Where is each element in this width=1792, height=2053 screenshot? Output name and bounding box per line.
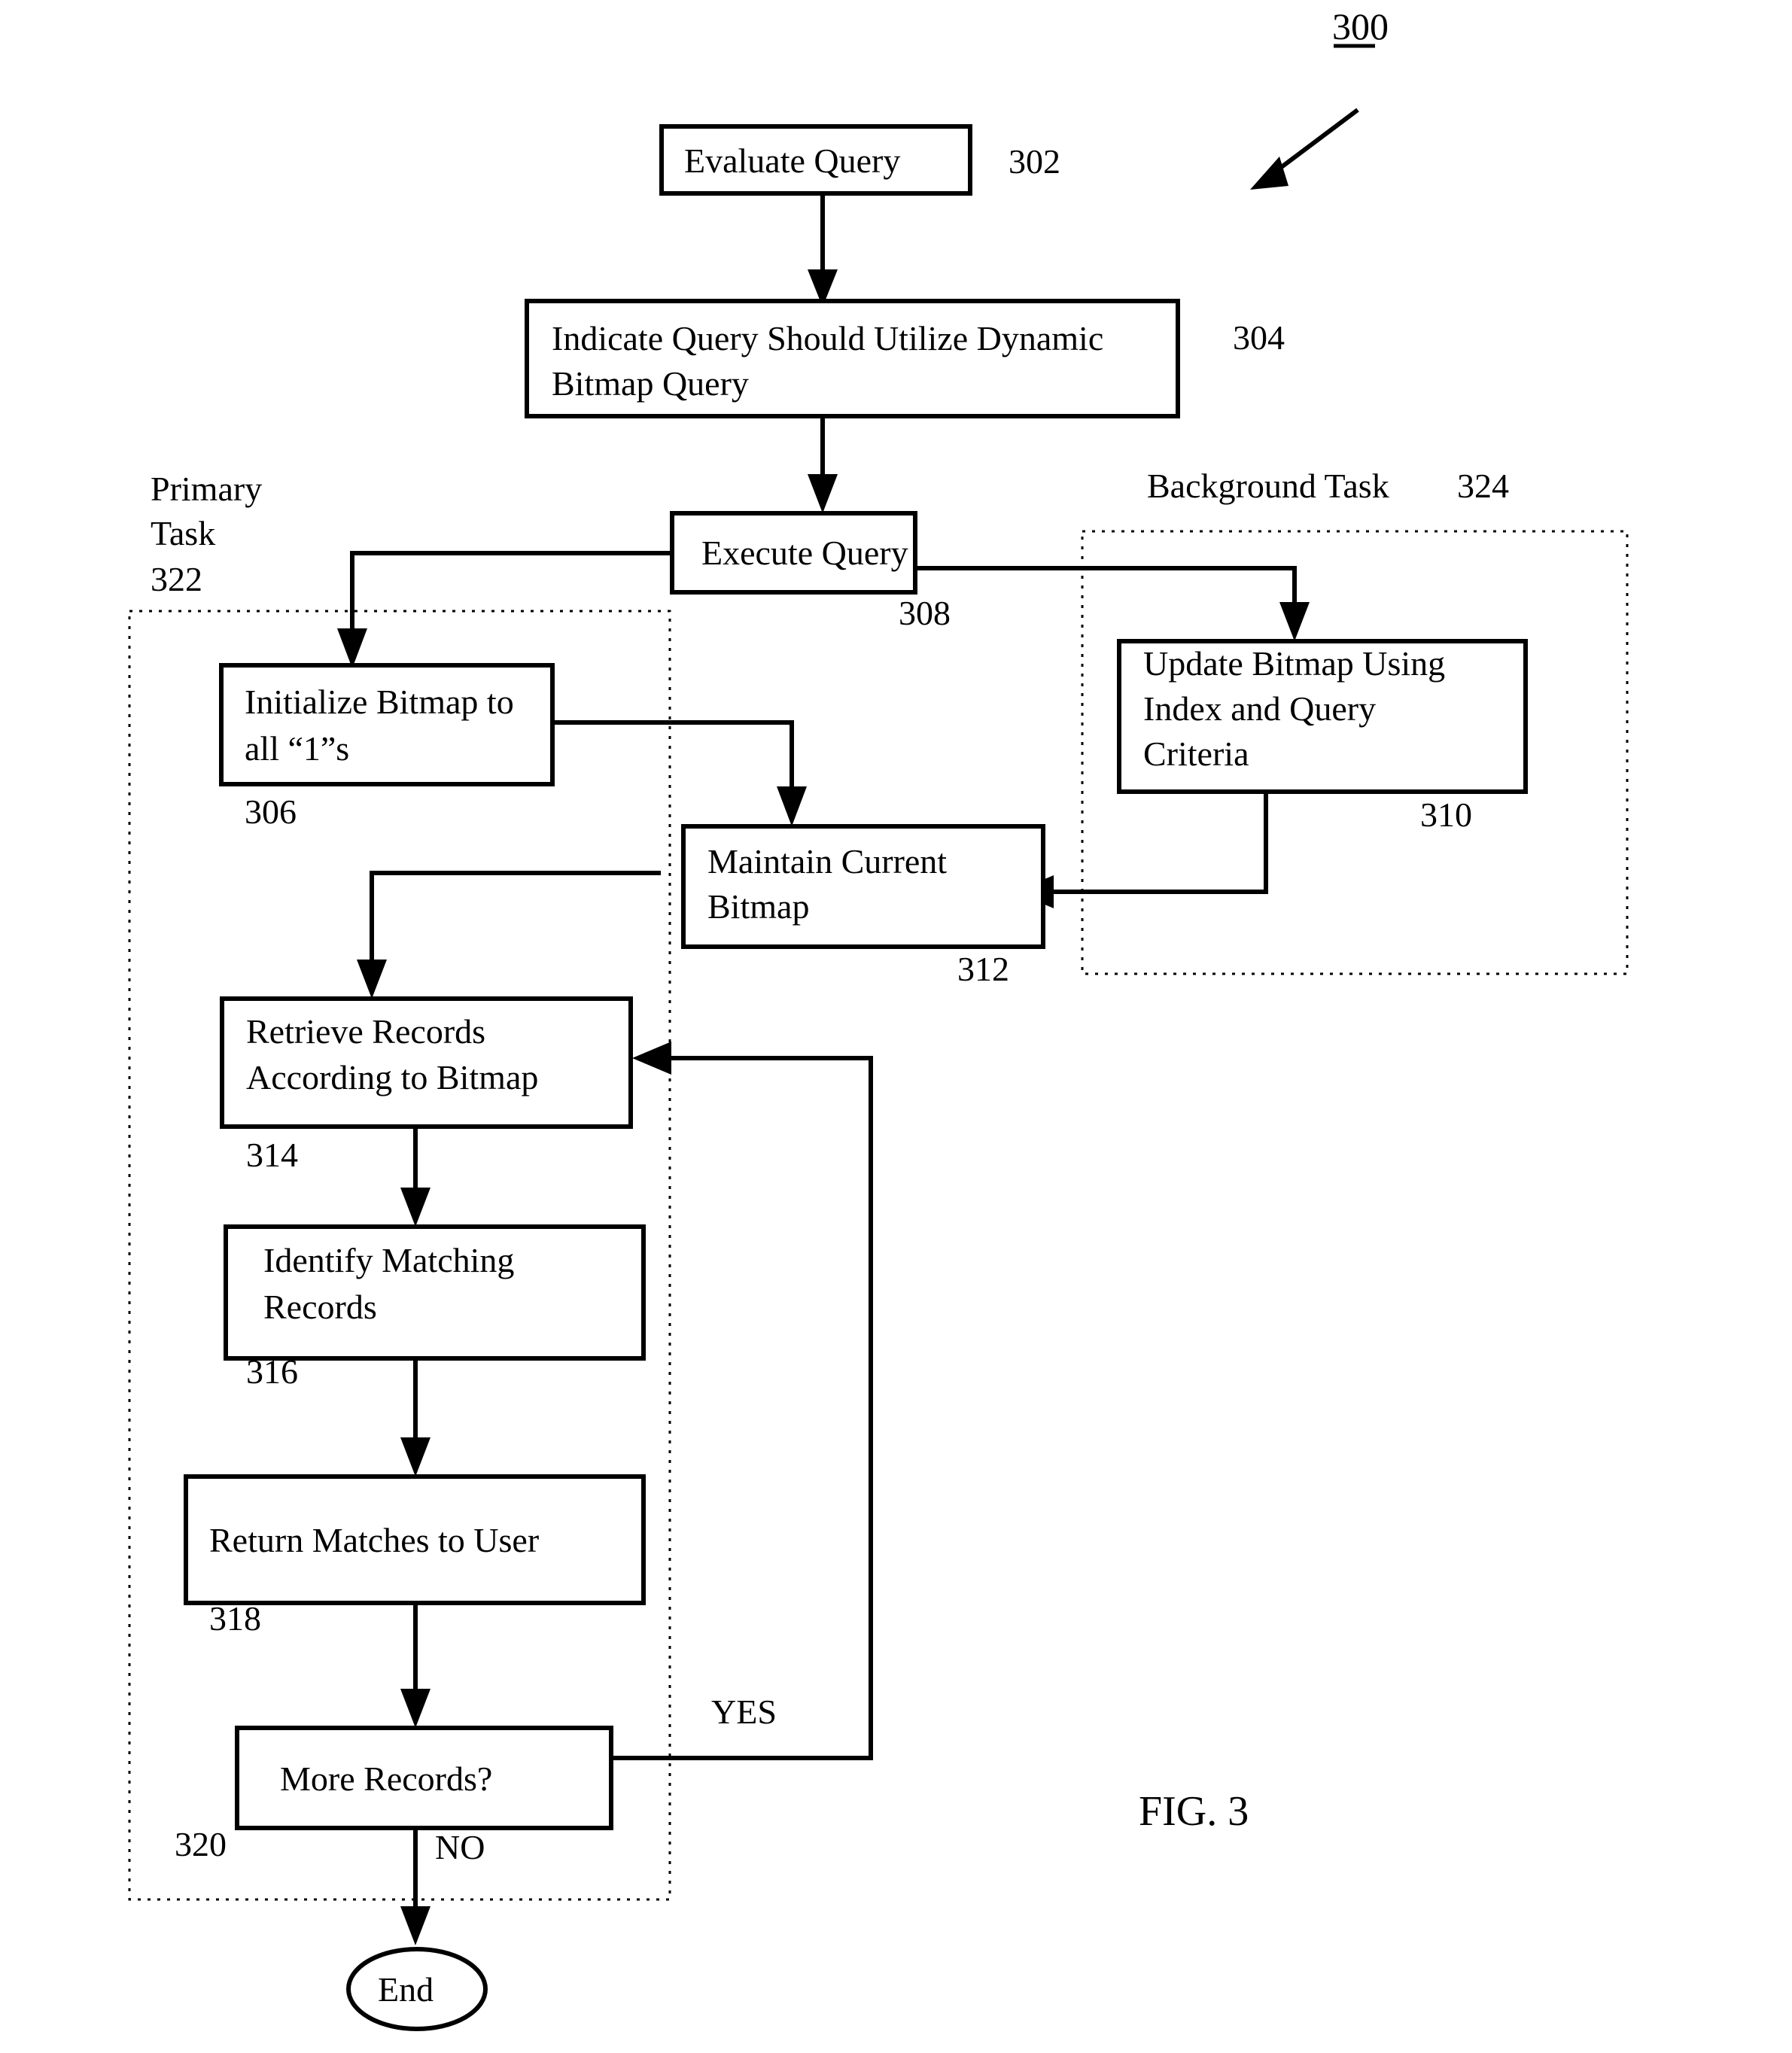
arrowhead-300-leader	[1250, 157, 1288, 190]
arrowhead-308-to-306	[337, 628, 367, 668]
arrowhead-312-to-314	[357, 960, 387, 999]
ref-316: 316	[246, 1352, 298, 1391]
primary-task-label-line1: Primary	[151, 470, 262, 508]
ref-318: 318	[209, 1599, 261, 1638]
ref-312: 312	[957, 950, 1009, 988]
node-indicate-query-line1: Indicate Query Should Utilize Dynamic	[552, 319, 1103, 357]
arrowhead-320-to-end	[400, 1906, 431, 1945]
node-update-bitmap-line2: Index and Query	[1143, 689, 1376, 728]
connector-306-to-312	[552, 720, 794, 801]
connector-308-to-310	[915, 566, 1297, 617]
node-initialize-bitmap-line2: all “1”s	[245, 729, 349, 768]
node-identify-matching-line1: Identify Matching	[263, 1241, 514, 1279]
node-maintain-bitmap-line1: Maintain Current	[707, 842, 947, 881]
arrowhead-316-to-318	[400, 1437, 431, 1477]
node-retrieve-records-line1: Retrieve Records	[246, 1012, 485, 1051]
ref-310: 310	[1420, 795, 1472, 834]
ref-314: 314	[246, 1136, 298, 1174]
node-update-bitmap-line1: Update Bitmap Using	[1143, 644, 1445, 683]
node-maintain-bitmap-line2: Bitmap	[707, 887, 809, 926]
node-return-matches-line1: Return Matches to User	[209, 1521, 539, 1559]
leader-line-300	[1272, 108, 1359, 175]
ref-320: 320	[175, 1825, 227, 1863]
node-evaluate-query-line1: Evaluate Query	[684, 141, 900, 180]
connector-312-to-314	[370, 871, 661, 972]
node-end-label: End	[378, 1970, 434, 2009]
node-more-records-line1: More Records?	[280, 1759, 492, 1798]
arrowhead-304-to-308	[808, 474, 838, 513]
figure-ref-300: 300	[1332, 5, 1389, 47]
connector-308-to-306	[350, 551, 672, 643]
branch-label-yes: YES	[711, 1693, 777, 1731]
ref-308: 308	[899, 594, 951, 632]
connector-320-yes-to-314	[611, 1056, 873, 1760]
node-update-bitmap-line3: Criteria	[1143, 735, 1249, 773]
branch-label-no: NO	[435, 1828, 485, 1866]
ref-324: 324	[1457, 467, 1509, 505]
node-initialize-bitmap-line1: Initialize Bitmap to	[245, 683, 514, 721]
figure-caption: FIG. 3	[1139, 1788, 1249, 1835]
background-task-label: Background Task	[1147, 467, 1389, 505]
arrowhead-306-to-312	[777, 786, 807, 826]
node-retrieve-records-line2: According to Bitmap	[246, 1058, 538, 1096]
node-indicate-query-line2: Bitmap Query	[552, 364, 749, 403]
ref-306: 306	[245, 792, 297, 831]
arrowhead-318-to-320	[400, 1689, 431, 1728]
flowchart-canvas: 300 Evaluate Query 302 Indicate Query Sh…	[128, 5, 1629, 2031]
node-identify-matching-line2: Records	[263, 1288, 377, 1326]
arrowhead-320-yes-to-314	[632, 1042, 671, 1075]
ref-304: 304	[1233, 318, 1285, 357]
primary-task-label-line2: Task	[151, 514, 215, 552]
ref-322: 322	[151, 560, 202, 598]
arrowhead-308-to-310	[1279, 602, 1310, 641]
ref-302: 302	[1009, 142, 1060, 181]
node-execute-query-line1: Execute Query	[701, 534, 908, 572]
patent-figure-3: 300 Evaluate Query 302 Indicate Query Sh…	[0, 0, 1792, 2053]
arrowhead-314-to-316	[400, 1188, 431, 1227]
